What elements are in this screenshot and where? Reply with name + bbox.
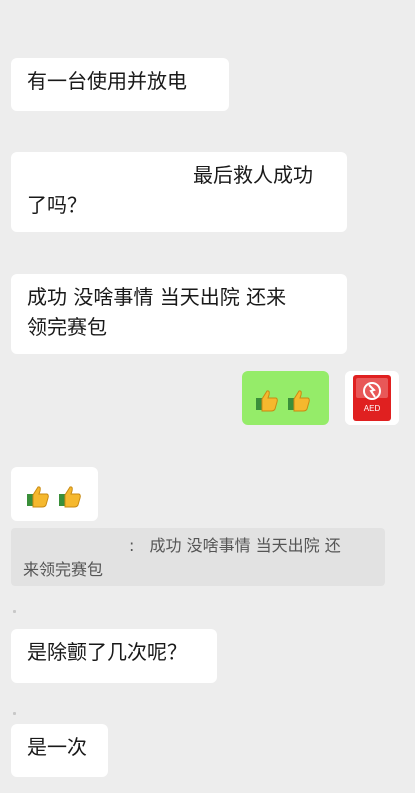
quote-text: 来领完赛包 — [23, 560, 104, 579]
sender-name-fragment — [13, 610, 16, 613]
message-bubble[interactable]: 有一台使用并放电 — [11, 58, 229, 111]
aed-label: AED — [364, 404, 381, 413]
quote-separator: : — [129, 536, 135, 555]
message-bubble[interactable]: 最后救人成功 了吗？ — [11, 152, 347, 232]
message-text: 成功 没啥事情 当天出院 还来 — [27, 285, 287, 309]
quoted-message[interactable]: : 成功 没啥事情 当天出院 还 来领完赛包 — [11, 528, 385, 586]
message-text: 是除颤了几次呢？ — [27, 640, 187, 664]
message-bubble-self[interactable] — [242, 371, 329, 425]
thumbs-up-icon — [59, 485, 82, 507]
message-text: 是一次 — [27, 735, 87, 759]
thumbs-up-icon — [288, 389, 311, 411]
message-bubble[interactable]: 是一次 — [11, 724, 108, 777]
message-text: 最后救人成功 — [193, 163, 313, 187]
avatar[interactable]: AED — [345, 371, 399, 425]
quote-text: 成功 没啥事情 当天出院 还 — [149, 536, 341, 555]
thumbs-up-icon — [256, 389, 278, 411]
aed-device-icon: AED — [345, 371, 399, 425]
message-bubble[interactable]: 成功 没啥事情 当天出院 还来 领完赛包 — [11, 274, 347, 354]
chat-window: 有一台使用并放电 最后救人成功 了吗？ 成功 没啥事情 当天出院 还来 领完赛包… — [0, 0, 415, 793]
thumbs-up-icon — [27, 485, 49, 507]
message-text: 了吗？ — [27, 193, 87, 217]
message-text: 有一台使用并放电 — [27, 69, 187, 93]
message-text: 领完赛包 — [27, 315, 107, 339]
sender-name-fragment — [13, 712, 16, 715]
message-bubble[interactable] — [11, 467, 98, 521]
message-bubble[interactable]: 是除颤了几次呢？ — [11, 629, 217, 683]
